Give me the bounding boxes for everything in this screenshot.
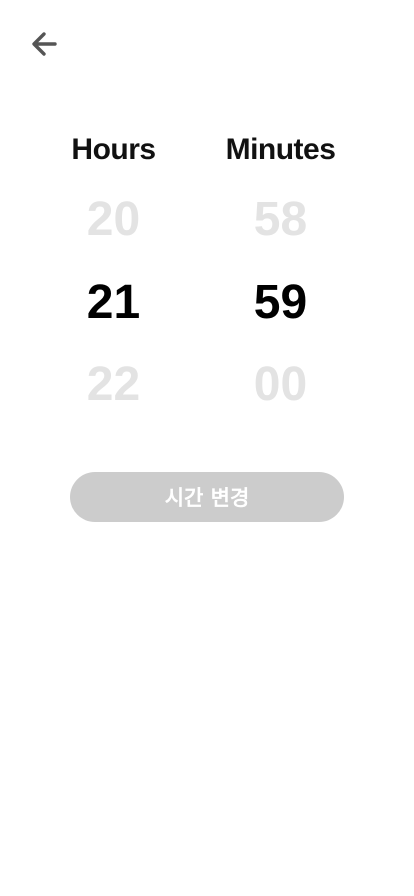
minutes-column: Minutes 58 59 00 (197, 130, 364, 420)
minutes-wheel[interactable]: 58 59 00 (197, 188, 364, 418)
back-button[interactable] (26, 28, 62, 60)
minutes-prev-option[interactable]: 58 (197, 192, 364, 248)
time-picker: Hours 20 21 22 Minutes 58 59 00 (30, 130, 364, 420)
hours-prev-option[interactable]: 20 (30, 192, 197, 248)
minutes-selected-value[interactable]: 59 (197, 275, 364, 331)
hours-label: Hours (71, 133, 156, 166)
hours-wheel[interactable]: 20 21 22 (30, 188, 197, 418)
hours-selected-value[interactable]: 21 (30, 275, 197, 331)
hours-next-option[interactable]: 22 (30, 357, 197, 413)
change-time-button[interactable]: 시간 변경 (70, 472, 344, 522)
arrow-left-icon (30, 31, 58, 57)
minutes-label: Minutes (225, 133, 336, 166)
minutes-next-option[interactable]: 00 (197, 357, 364, 413)
hours-column: Hours 20 21 22 (30, 130, 197, 420)
